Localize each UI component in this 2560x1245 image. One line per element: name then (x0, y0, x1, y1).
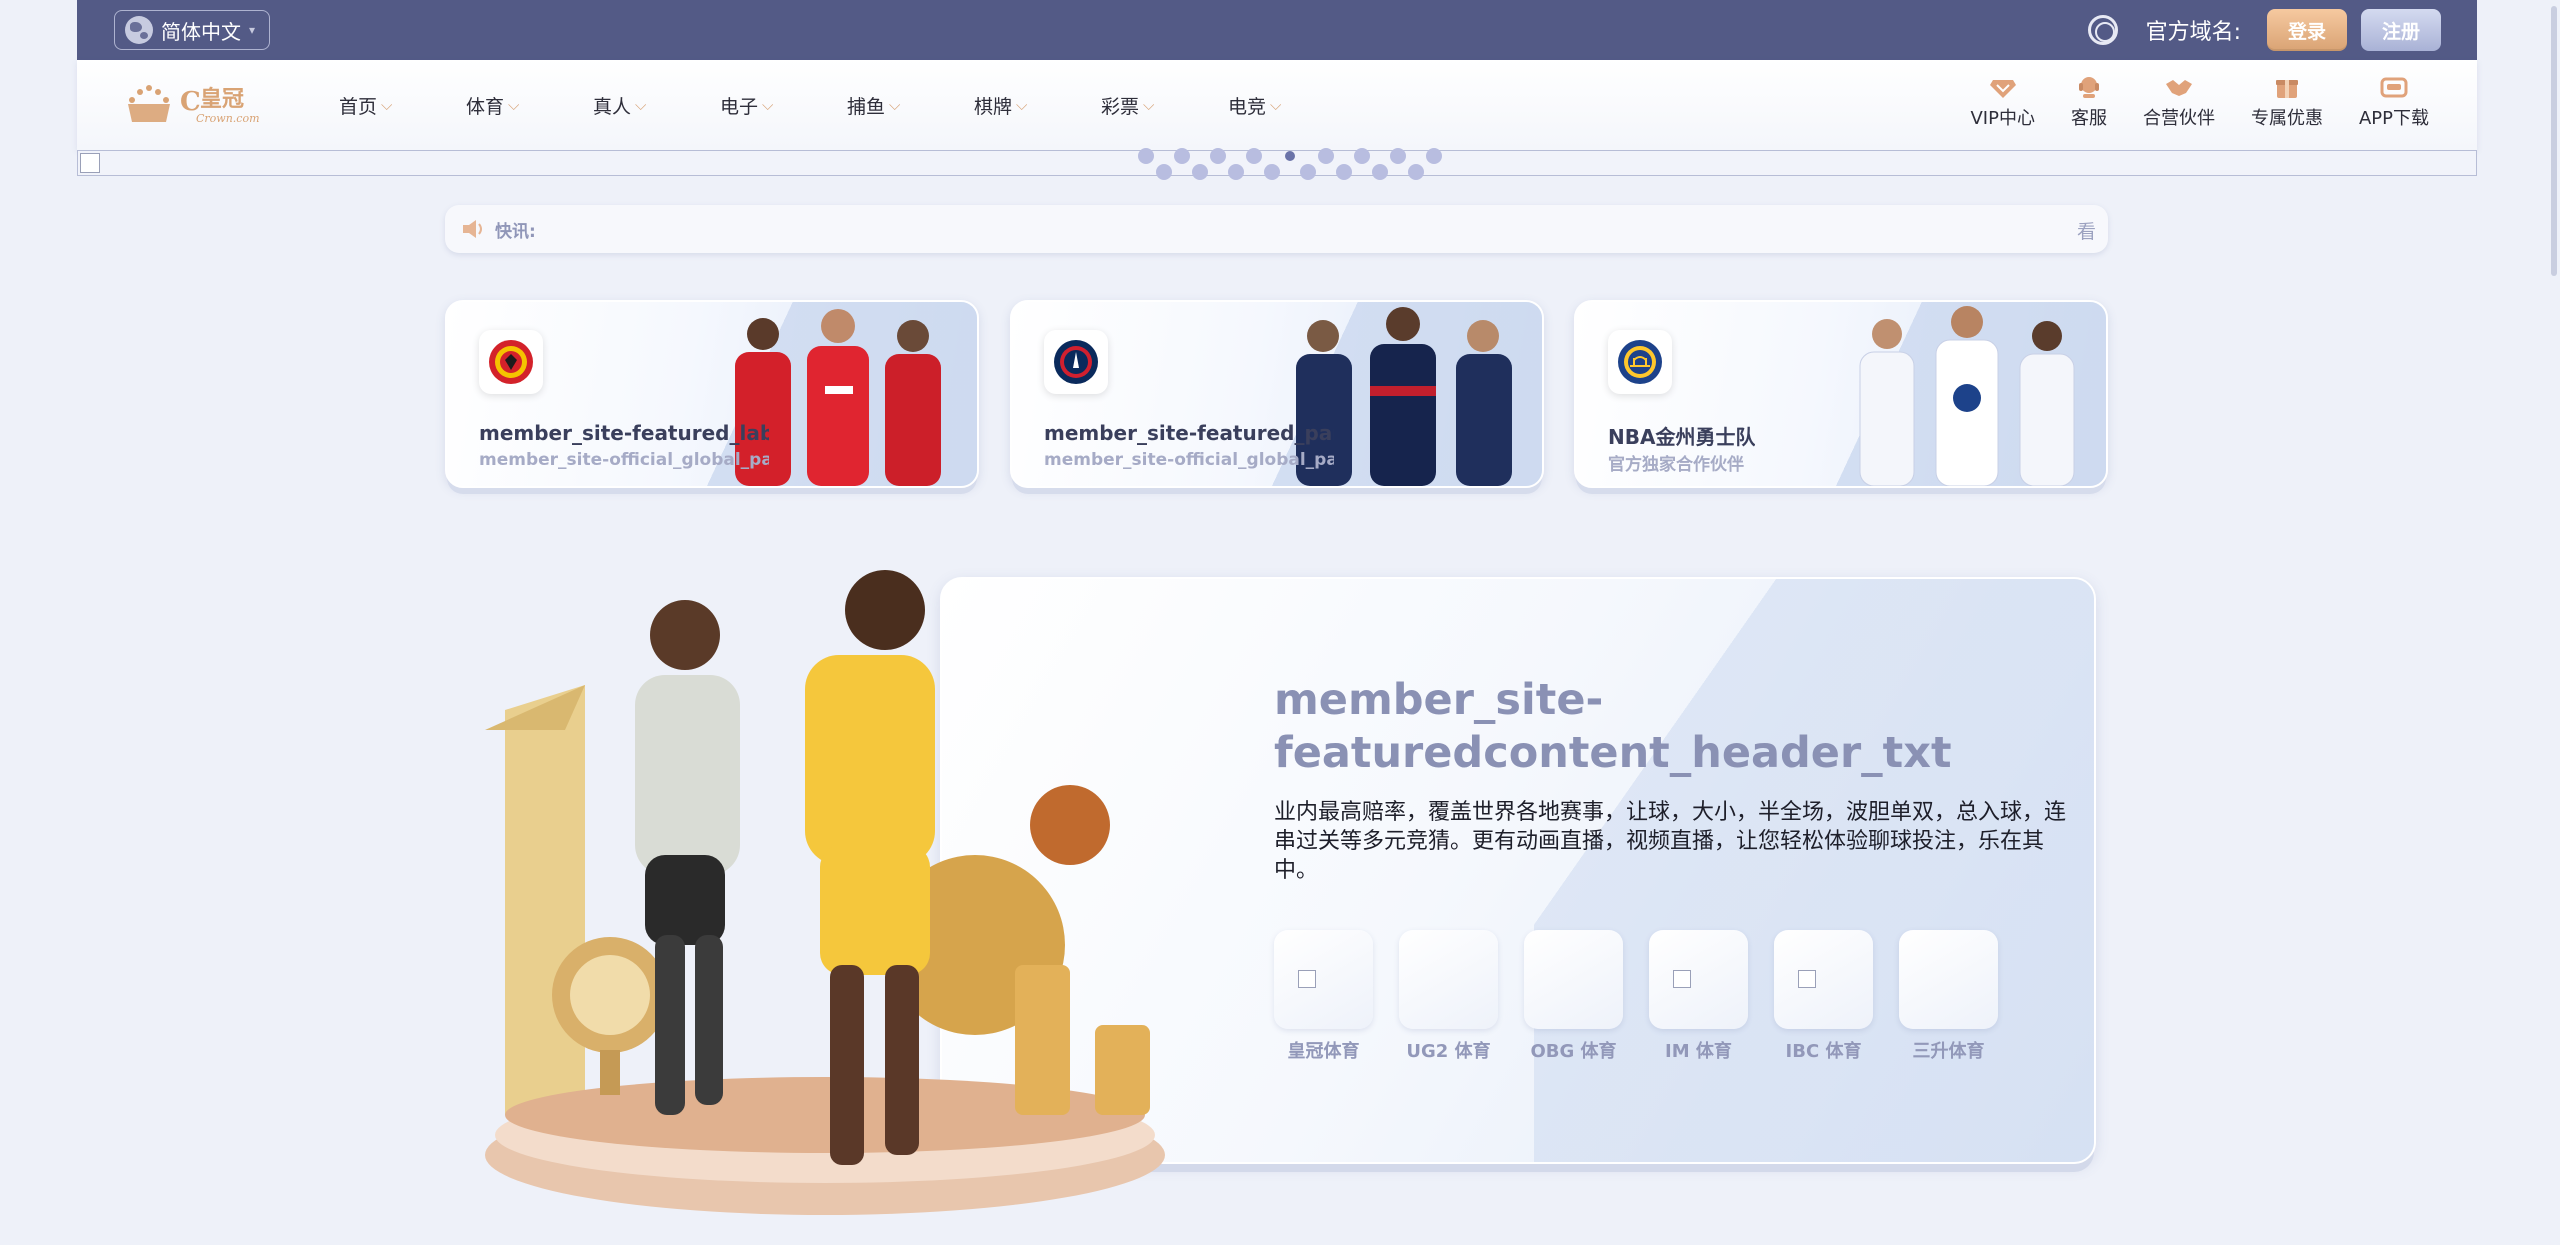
chevron-down-icon: ⌵ (1016, 96, 1028, 114)
nav-item-esports[interactable]: 电竞 ⌵ (1228, 60, 1355, 150)
speaker-icon (463, 220, 482, 238)
card-title: NBA金州勇士队 (1608, 425, 1756, 449)
partner-link[interactable]: 合营伙伴 (2125, 74, 2233, 130)
customer-service-link[interactable]: 客服 (2053, 74, 2125, 130)
nav-menu: 首页 ⌵ 体育 ⌵ 真人 ⌵ 电子 ⌵ 捕鱼 ⌵ 棋牌 ⌵ 彩票 ⌵ 电竞 ⌵ (339, 60, 1355, 150)
main-nav: C 皇冠 Crown.com 首页 ⌵ 体育 ⌵ 真人 ⌵ 电子 ⌵ 捕鱼 ⌵ 棋牌 ⌵ 彩… (77, 60, 2477, 150)
scrollbar-thumb[interactable] (2551, 6, 2557, 276)
provider-sansheng-sports[interactable]: 三升体育 (1899, 930, 1998, 1063)
domain-area: 官方域名: 登录 注册 (2087, 9, 2441, 51)
register-button[interactable]: 注册 (2361, 9, 2441, 51)
app-download-icon (2380, 77, 2408, 98)
nav-item-slots[interactable]: 电子 ⌵ (720, 60, 847, 150)
provider-obg-sports[interactable]: OBG 体育 (1524, 930, 1623, 1063)
domain-label: 官方域名: (2145, 20, 2241, 45)
customer-service-icon (2078, 77, 2099, 98)
card-title: member_site-featured_label_man (479, 421, 769, 445)
chevron-down-icon: ⌵ (889, 96, 901, 114)
provider-ibc-sports[interactable]: IBC 体育 (1774, 930, 1873, 1063)
nav-item-home[interactable]: 首页 ⌵ (339, 60, 466, 150)
language-selector[interactable]: 简体中文 ▾ (114, 10, 271, 50)
vertical-scrollbar[interactable] (2548, 0, 2560, 1245)
top-bar: 简体中文 ▾ 官方域名: 登录 注册 (77, 0, 2477, 60)
provider-crown-sports[interactable]: 皇冠体育 (1274, 930, 1373, 1063)
chevron-down-icon: ⌵ (1143, 96, 1155, 114)
provider-ug2-sports[interactable]: UG2 体育 (1399, 930, 1498, 1063)
nav-item-cards[interactable]: 棋牌 ⌵ (974, 60, 1101, 150)
chevron-down-icon: ▾ (249, 23, 256, 37)
broken-image-icon (1798, 970, 1816, 988)
domain-icon (2087, 15, 2118, 45)
vip-center-link[interactable]: VIP中心 (1952, 74, 2052, 130)
players-image (1859, 306, 2075, 486)
partner-card-man-utd[interactable]: member_site-featured_label_man member_si… (445, 300, 979, 488)
partner-card-psg[interactable]: member_site-featured_paris member_site-o… (1010, 300, 1544, 488)
card-subtitle: member_site-official_global_partner (1044, 450, 1334, 470)
crown-logo[interactable]: C 皇冠 Crown.com (122, 82, 267, 130)
broken-image-icon (80, 153, 100, 173)
promotions-link[interactable]: 专属优惠 (2233, 74, 2341, 130)
news-ticker[interactable]: 快讯: 看 (445, 205, 2108, 253)
provider-im-sports[interactable]: IM 体育 (1649, 930, 1748, 1063)
nav-item-lottery[interactable]: 彩票 ⌵ (1101, 60, 1228, 150)
nav-right-links: VIP中心 客服 合营伙伴 专属优惠 APP下载 (1952, 74, 2447, 130)
svg-text:皇冠: 皇冠 (200, 86, 244, 112)
card-subtitle: 官方独家合作伙伴 (1608, 455, 1744, 475)
card-title: member_site-featured_paris (1044, 421, 1334, 445)
nav-item-fishing[interactable]: 捕鱼 ⌵ (847, 60, 974, 150)
nav-item-sports[interactable]: 体育 ⌵ (466, 60, 593, 150)
language-label: 简体中文 (161, 19, 241, 44)
man-utd-crest-icon (479, 330, 543, 394)
nav-item-live-casino[interactable]: 真人 ⌵ (593, 60, 720, 150)
gift-icon (2275, 80, 2298, 98)
psg-crest-icon (1044, 330, 1108, 394)
chevron-down-icon: ⌵ (508, 96, 520, 114)
chevron-down-icon: ⌵ (635, 96, 647, 114)
chevron-down-icon: ⌵ (762, 96, 774, 114)
hero-banner[interactable] (77, 148, 2477, 180)
handshake-icon (2165, 80, 2192, 96)
broken-image-icon (1673, 970, 1691, 988)
partner-card-warriors[interactable]: NBA金州勇士队 官方独家合作伙伴 (1574, 300, 2108, 488)
chevron-down-icon: ⌵ (381, 96, 393, 114)
globe-icon (125, 16, 153, 44)
svg-text:Crown.com: Crown.com (196, 112, 260, 125)
vip-icon (1989, 80, 2016, 98)
login-button[interactable]: 登录 (2267, 9, 2347, 51)
chevron-down-icon: ⌵ (1270, 96, 1282, 114)
warriors-crest-icon (1608, 330, 1672, 394)
sports-provider-list: 皇冠体育 UG2 体育 OBG 体育 IM 体育 IBC 体育 三升体育 (1274, 930, 1998, 1063)
ticker-label: 快讯: (495, 221, 536, 242)
card-subtitle: member_site-official_global_partner (479, 450, 769, 470)
carousel-indicator[interactable] (1130, 148, 1450, 182)
ticker-text-fragment: 看 (2076, 221, 2096, 243)
featured-title: member_site-featuredcontent_header_txt (1274, 675, 1952, 778)
app-download-link[interactable]: APP下载 (2341, 74, 2447, 130)
broken-image-icon (1298, 970, 1316, 988)
hero-athletes-image (485, 570, 1165, 1215)
featured-description: 业内最高赔率，覆盖世界各地赛事，让球，大小，半全场，波胆单双，总入球，连串过关等… (1274, 800, 2067, 883)
